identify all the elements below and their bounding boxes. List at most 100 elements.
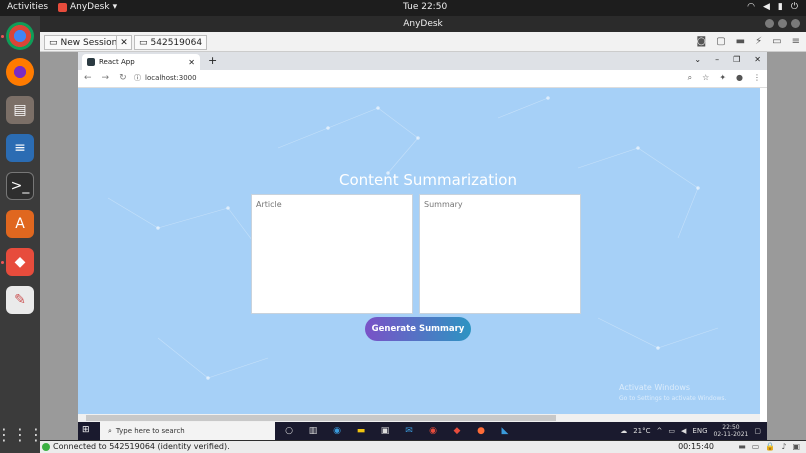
extensions-icon[interactable]: ✦ — [719, 73, 726, 83]
watermark-title: Activate Windows — [619, 383, 691, 392]
chevron-down-icon: ▾ — [112, 2, 118, 12]
wifi-icon[interactable]: ◠ — [747, 2, 755, 12]
taskbar-clock[interactable]: 22:50 02-11-2021 — [714, 424, 749, 438]
article-input[interactable] — [251, 194, 413, 314]
taskbar-time: 22:50 — [722, 424, 740, 431]
close-icon[interactable]: ✕ — [188, 58, 195, 67]
summary-output[interactable] — [419, 194, 581, 314]
edge-icon[interactable]: ◉ — [330, 425, 344, 437]
status-icons: ▬ ▭ 🔒 ♪ ▣ — [738, 442, 800, 451]
browser-tab[interactable]: React App ✕ — [82, 54, 200, 70]
watermark-subtitle: Go to Settings to activate Windows. — [619, 395, 727, 402]
restore-button[interactable]: ❐ — [733, 55, 740, 64]
new-session-tab[interactable]: ▭ New Session — [44, 35, 123, 50]
windows-start-icon[interactable]: ⊞ — [82, 425, 94, 437]
chat-icon[interactable]: ▢ — [716, 36, 725, 47]
lock-icon[interactable]: 🔒 — [765, 442, 775, 451]
info-icon[interactable]: ⓘ — [134, 73, 141, 83]
clipboard-icon[interactable]: ▣ — [792, 442, 800, 451]
lightning-icon[interactable]: ⚡ — [755, 36, 762, 47]
connection-text: Connected to 542519064 (identity verifie… — [53, 442, 230, 451]
terminal-icon[interactable]: >_ — [6, 172, 34, 200]
monitor-icon: ▭ — [49, 37, 58, 48]
kebab-menu-icon[interactable]: ⋮ — [753, 73, 761, 83]
system-clock[interactable]: Tue 22:50 — [403, 2, 447, 12]
url-field[interactable]: ⓘ localhost:3000 — [134, 73, 197, 83]
taskbar-system-tray: ☁ 21°C ^ ▭ ◀ ENG 22:50 02-11-2021 ▢ — [620, 424, 761, 438]
url-text: localhost:3000 — [145, 74, 197, 82]
remote-left-margin — [40, 52, 78, 440]
anydesk-icon — [58, 2, 67, 12]
keyboard-status-icon[interactable]: ▬ — [738, 442, 746, 451]
ubuntu-dock: ▤ ≡ >_ A ◆ ✎ ⋮⋮⋮ — [0, 16, 44, 453]
menu-icon[interactable]: ≡ — [792, 36, 800, 47]
grid-icon[interactable]: ⋮⋮⋮ — [0, 420, 44, 448]
display-icon[interactable]: ▭ — [772, 36, 781, 47]
store-icon[interactable]: ▣ — [378, 425, 392, 437]
close-button[interactable] — [791, 19, 800, 28]
taskbar-search[interactable]: ⌕ Type here to search — [100, 422, 275, 440]
chrome-icon[interactable] — [6, 22, 34, 50]
monitor-icon: ▭ — [139, 37, 148, 48]
notification-icon[interactable]: ▢ — [754, 427, 761, 435]
generate-summary-button[interactable]: Generate Summary — [365, 317, 471, 341]
anydesk-actions: ◙ ▢ ▬ ⚡ ▭ ≡ — [697, 36, 800, 47]
profile-icon[interactable]: ● — [736, 73, 743, 83]
reload-icon[interactable]: ↻ — [119, 73, 127, 83]
app-menu[interactable]: AnyDesk ▾ — [58, 2, 117, 12]
maximize-button[interactable] — [778, 19, 787, 28]
vscode-icon[interactable]: ◣ — [498, 425, 512, 437]
software-icon[interactable]: A — [6, 210, 34, 238]
nav-buttons: ← → ↻ — [84, 73, 127, 83]
battery-icon[interactable]: ▮ — [778, 2, 783, 12]
anydesk-icon[interactable]: ◆ — [450, 425, 464, 437]
browser-window: React App ✕ + ⌄ – ❐ ✕ ← → ↻ ⓘ localhost:… — [78, 52, 767, 422]
monitor-status-icon[interactable]: ▭ — [752, 442, 760, 451]
forward-icon[interactable]: → — [102, 73, 110, 83]
minimize-button[interactable] — [765, 19, 774, 28]
new-tab-button[interactable]: + — [208, 54, 217, 67]
keyboard-icon[interactable]: ▬ — [736, 36, 745, 47]
session-id-label: 542519064 — [150, 37, 203, 48]
minimize-button[interactable]: – — [715, 55, 719, 64]
taskbar-apps: ○ ▥ ◉ ▬ ▣ ✉ ◉ ◆ ● ◣ — [282, 425, 512, 437]
session-tab[interactable]: ▭ 542519064 — [134, 35, 208, 50]
close-button[interactable]: ✕ — [754, 55, 761, 64]
postman-icon[interactable]: ● — [474, 425, 488, 437]
files-icon[interactable]: ▤ — [6, 96, 34, 124]
tab-strip: React App ✕ + ⌄ – ❐ ✕ — [78, 52, 767, 70]
horizontal-scrollbar[interactable] — [78, 414, 760, 422]
system-tray[interactable]: ◠ ◀ ▮ ⏻ — [747, 2, 798, 12]
firefox-icon[interactable] — [6, 58, 34, 86]
language-indicator[interactable]: ENG — [692, 427, 707, 435]
page-title: Content Summarization — [338, 171, 517, 189]
star-icon[interactable]: ☆ — [702, 73, 709, 83]
chevron-down-icon[interactable]: ⌄ — [694, 55, 701, 64]
camera-icon[interactable]: ◙ — [697, 36, 707, 47]
writer-icon[interactable]: ≡ — [6, 134, 34, 162]
close-session-button[interactable]: ✕ — [116, 35, 132, 50]
window-title: AnyDesk — [403, 19, 443, 29]
volume-icon[interactable]: ◀ — [681, 427, 686, 435]
audio-icon[interactable]: ♪ — [781, 442, 786, 451]
back-icon[interactable]: ← — [84, 73, 92, 83]
anydesk-icon[interactable]: ◆ — [6, 248, 34, 276]
task-view-icon[interactable]: ▥ — [306, 425, 320, 437]
chrome-icon[interactable]: ◉ — [426, 425, 440, 437]
power-icon[interactable]: ⏻ — [791, 2, 798, 12]
zoom-icon[interactable]: ⌕ — [688, 73, 692, 83]
cortana-icon[interactable]: ○ — [282, 425, 296, 437]
activities-button[interactable]: Activities — [7, 2, 48, 12]
file-explorer-icon[interactable]: ▬ — [354, 425, 368, 437]
search-icon: ⌕ — [108, 426, 112, 435]
app-menu-label: AnyDesk — [70, 2, 110, 12]
text-editor-icon[interactable]: ✎ — [6, 286, 34, 314]
network-icon[interactable]: ▭ — [668, 427, 675, 435]
running-indicator — [1, 261, 4, 264]
volume-icon[interactable]: ◀ — [763, 2, 770, 12]
mail-icon[interactable]: ✉ — [402, 425, 416, 437]
weather-text[interactable]: 21°C — [633, 427, 650, 435]
chevron-up-icon[interactable]: ^ — [657, 427, 663, 435]
weather-icon[interactable]: ☁ — [620, 427, 627, 435]
scrollbar-thumb[interactable] — [86, 415, 556, 421]
